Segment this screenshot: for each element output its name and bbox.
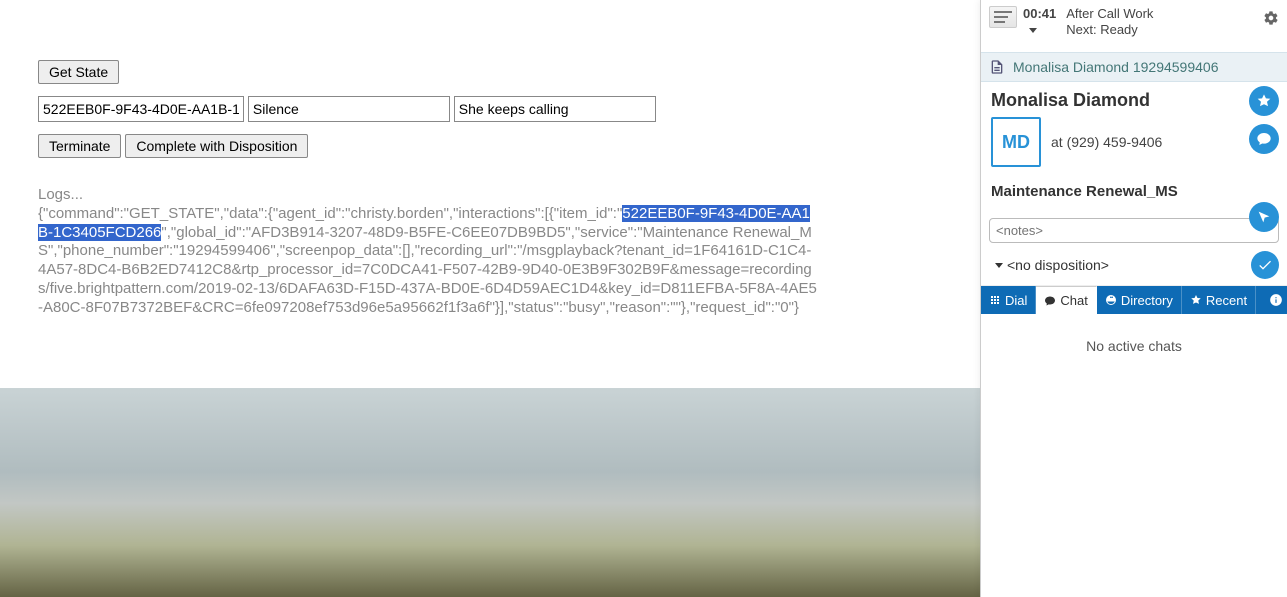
panel-top: 00:41 After Call Work Next: Ready: [981, 0, 1287, 52]
disposition-row: <no disposition>: [981, 251, 1287, 286]
star-button[interactable]: [1249, 86, 1279, 116]
tab-recent[interactable]: Recent: [1182, 286, 1256, 314]
input-row: [38, 96, 968, 122]
get-state-button[interactable]: Get State: [38, 60, 119, 84]
disposition-label: <no disposition>: [1007, 257, 1109, 273]
terminate-button[interactable]: Terminate: [38, 134, 121, 158]
side-actions: [1249, 86, 1279, 232]
contact-strip[interactable]: Monalisa Diamond 19294599406: [981, 52, 1287, 82]
call-timer: 00:41: [1023, 6, 1056, 22]
disposition-input[interactable]: [248, 96, 450, 122]
gear-icon[interactable]: [1263, 6, 1279, 29]
item-id-input[interactable]: [38, 96, 244, 122]
tab-directory-label: Directory: [1121, 293, 1173, 308]
document-icon: [989, 59, 1005, 75]
notes-wrap: [981, 210, 1287, 251]
chevron-down-icon: [995, 263, 1003, 268]
notes-input[interactable]: [989, 218, 1279, 243]
no-chats-label: No active chats: [1086, 338, 1182, 354]
logs-label: Logs...: [38, 186, 818, 205]
tab-info[interactable]: [1256, 286, 1287, 314]
tab-recent-label: Recent: [1206, 293, 1247, 308]
logs-area: Logs... {"command":"GET_STATE","data":{"…: [38, 186, 818, 317]
status-label: After Call Work: [1066, 6, 1153, 22]
disposition-select[interactable]: <no disposition>: [989, 257, 1109, 273]
agent-panel: 00:41 After Call Work Next: Ready Monali…: [980, 0, 1287, 597]
contact-name: Monalisa Diamond: [991, 90, 1277, 111]
main-area: Get State Terminate Complete with Dispos…: [38, 60, 968, 317]
status-block[interactable]: 00:41 After Call Work Next: Ready: [1023, 6, 1263, 37]
panel-tabs: Dial Chat Directory Recent: [981, 286, 1287, 314]
chevron-down-icon: [1029, 28, 1037, 33]
logs-pre: {"command":"GET_STATE","data":{"agent_id…: [38, 205, 622, 222]
menu-icon[interactable]: [989, 6, 1017, 28]
avatar: MD: [991, 117, 1041, 167]
phone-text: at (929) 459-9406: [1051, 134, 1162, 150]
service-name: Maintenance Renewal_MS: [991, 183, 1277, 200]
background-image: [0, 388, 981, 597]
tab-dial-label: Dial: [1005, 293, 1027, 308]
complete-disposition-button[interactable]: Complete with Disposition: [125, 134, 308, 158]
panel-body: No active chats: [981, 314, 1287, 597]
contact-body: Monalisa Diamond MD at (929) 459-9406 Ma…: [981, 82, 1287, 210]
next-status: Next: Ready: [1066, 22, 1153, 38]
contact-strip-text: Monalisa Diamond 19294599406: [1013, 59, 1218, 75]
tab-dial[interactable]: Dial: [981, 286, 1036, 314]
contact-line: MD at (929) 459-9406: [991, 117, 1277, 167]
action-row: Terminate Complete with Disposition: [38, 134, 968, 158]
complete-button[interactable]: [1251, 251, 1279, 279]
note-input[interactable]: [454, 96, 656, 122]
tab-directory[interactable]: Directory: [1097, 286, 1182, 314]
chat-button[interactable]: [1249, 124, 1279, 154]
tab-chat-label: Chat: [1060, 293, 1087, 308]
tab-chat[interactable]: Chat: [1036, 286, 1096, 314]
pointer-button[interactable]: [1249, 202, 1279, 232]
